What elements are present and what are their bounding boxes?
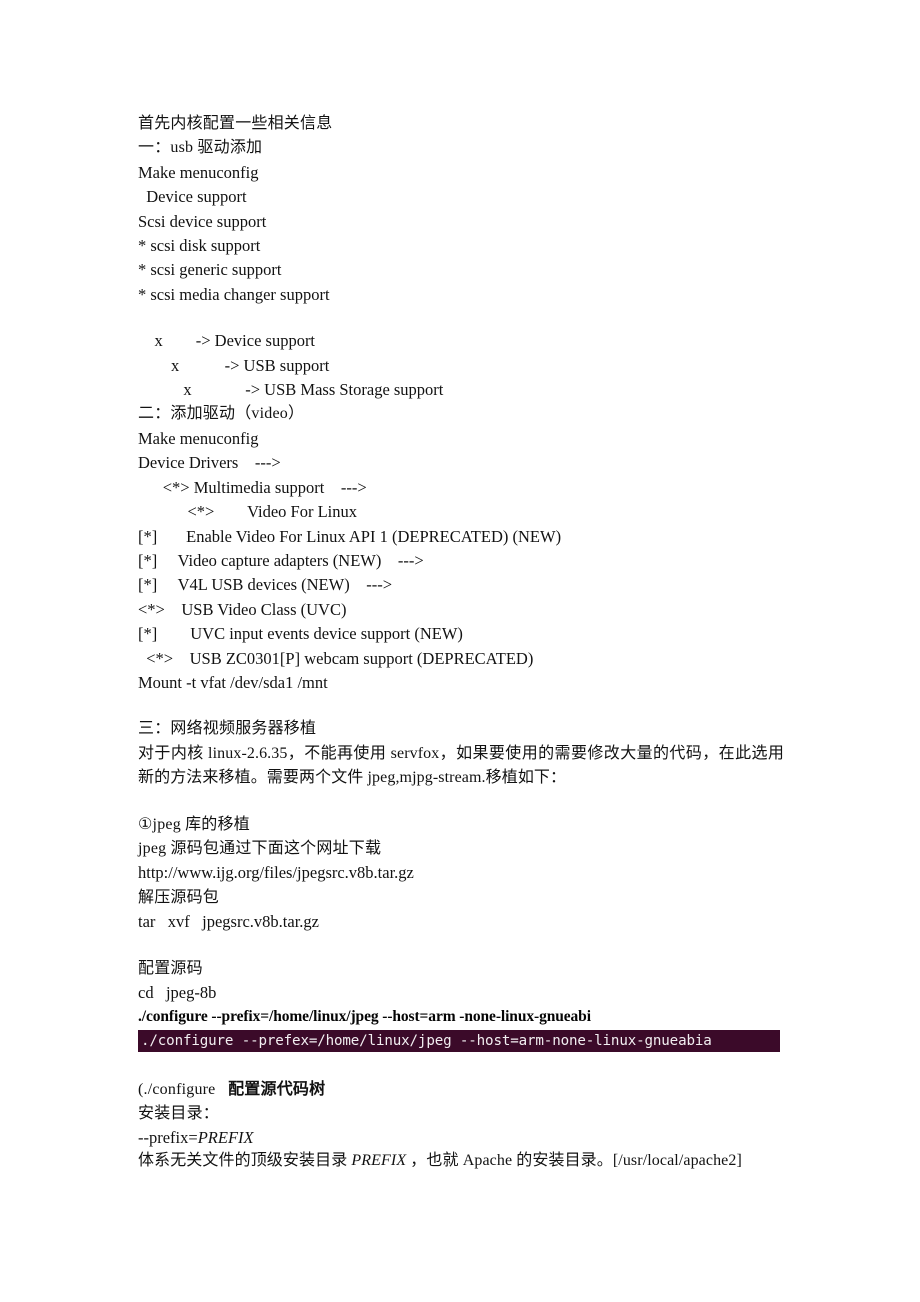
section-two-line-4: [*] Enable Video For Linux API 1 (DEPREC… <box>138 526 562 546</box>
jpeg-extract-command: tar xvf jpegsrc.v8b.tar.gz <box>138 912 319 932</box>
section-two-line-5: [*] Video capture adapters (NEW) ---> <box>138 550 424 570</box>
menuconfig-tree-line-1: x -> USB support <box>138 355 330 375</box>
section-one-line-4: * scsi generic support <box>138 260 282 280</box>
section-one-line-2: Scsi device support <box>138 211 267 231</box>
section-two-line-8: [*] UVC input events device support (NEW… <box>138 624 463 644</box>
mount-command-line: Mount -t vfat /dev/sda1 /mnt <box>138 672 328 692</box>
prefix-desc-part1: 体系无关文件的顶级安装目录 <box>138 1152 352 1170</box>
menuconfig-tree-line-0: x -> Device support <box>138 331 316 351</box>
section-one-heading: 一：usb 驱动添加 <box>138 139 263 157</box>
configure-help-bold: 配置源代码树 <box>228 1081 326 1099</box>
menuconfig-tree-line-2: x -> USB Mass Storage support <box>138 380 444 400</box>
prefix-option-value: PREFIX <box>197 1127 254 1147</box>
intro-line: 首先内核配置一些相关信息 <box>138 115 333 132</box>
jpeg-source-url[interactable]: http://www.ijg.org/files/jpegsrc.v8b.tar… <box>138 861 784 885</box>
prefix-description: 体系无关文件的顶级安装目录 PREFIX ，也就 Apache 的安装目录。[/… <box>138 1149 784 1173</box>
terminal-command-text: ./configure --prefex=/home/linux/jpeg --… <box>141 1033 712 1050</box>
prefix-desc-italic: PREFIX <box>351 1152 407 1170</box>
jpeg-configure-command-bold: ./configure --prefix=/home/linux/jpeg --… <box>138 1008 591 1026</box>
jpeg-cd-command: cd jpeg-8b <box>138 983 217 1002</box>
jpeg-configure-note: 配置源码 <box>138 959 203 977</box>
install-dir-label: 安装目录： <box>138 1105 220 1122</box>
prefix-option-text: --prefix= <box>138 1127 198 1147</box>
document-body: 首先内核配置一些相关信息 一：usb 驱动添加 Make menuconfig … <box>138 112 784 1173</box>
section-two-line-9: <*> USB ZC0301[P] webcam support (DEPREC… <box>138 648 534 668</box>
terminal-highlight-band: ./configure --prefex=/home/linux/jpeg --… <box>138 1030 780 1053</box>
section-two-line-3: <*> Video For Linux <box>138 502 357 522</box>
jpeg-lib-title: ①jpeg 库的移植 <box>138 815 250 833</box>
section-two-line-6: [*] V4L USB devices (NEW) ---> <box>138 575 392 595</box>
section-two-line-2: <*> Multimedia support ---> <box>138 477 367 497</box>
jpeg-download-note: jpeg 源码包通过下面这个网址下载 <box>138 839 382 857</box>
section-one-line-5: * scsi media changer support <box>138 284 330 304</box>
section-one-line-1: Device support <box>138 187 247 207</box>
jpeg-extract-note: 解压源码包 <box>138 888 220 906</box>
section-two-heading: 二：添加驱动（video） <box>138 405 305 423</box>
section-two-line-1: Device Drivers ---> <box>138 453 281 473</box>
prefix-desc-part2: ，也就 Apache 的安装目录。[/usr/local/apache2] <box>406 1152 742 1170</box>
prefix-option-line: --prefix=PREFIX <box>138 1126 784 1150</box>
document-page: 首先内核配置一些相关信息 一：usb 驱动添加 Make menuconfig … <box>0 0 920 1302</box>
configure-help-prefix: (./configure <box>138 1081 216 1099</box>
section-one-line-3: * scsi disk support <box>138 236 261 256</box>
section-two-line-0: Make menuconfig <box>138 428 259 448</box>
configure-help-heading: (./configure 配置源代码树 <box>138 1078 784 1102</box>
section-one-line-0: Make menuconfig <box>138 162 259 182</box>
section-three-paragraph: 对于内核 linux-2.6.35，不能再使用 servfox，如果要使用的需要… <box>138 744 784 787</box>
section-two-line-7: <*> USB Video Class (UVC) <box>138 599 347 619</box>
section-three-heading: 三：网络视频服务器移植 <box>138 720 317 738</box>
